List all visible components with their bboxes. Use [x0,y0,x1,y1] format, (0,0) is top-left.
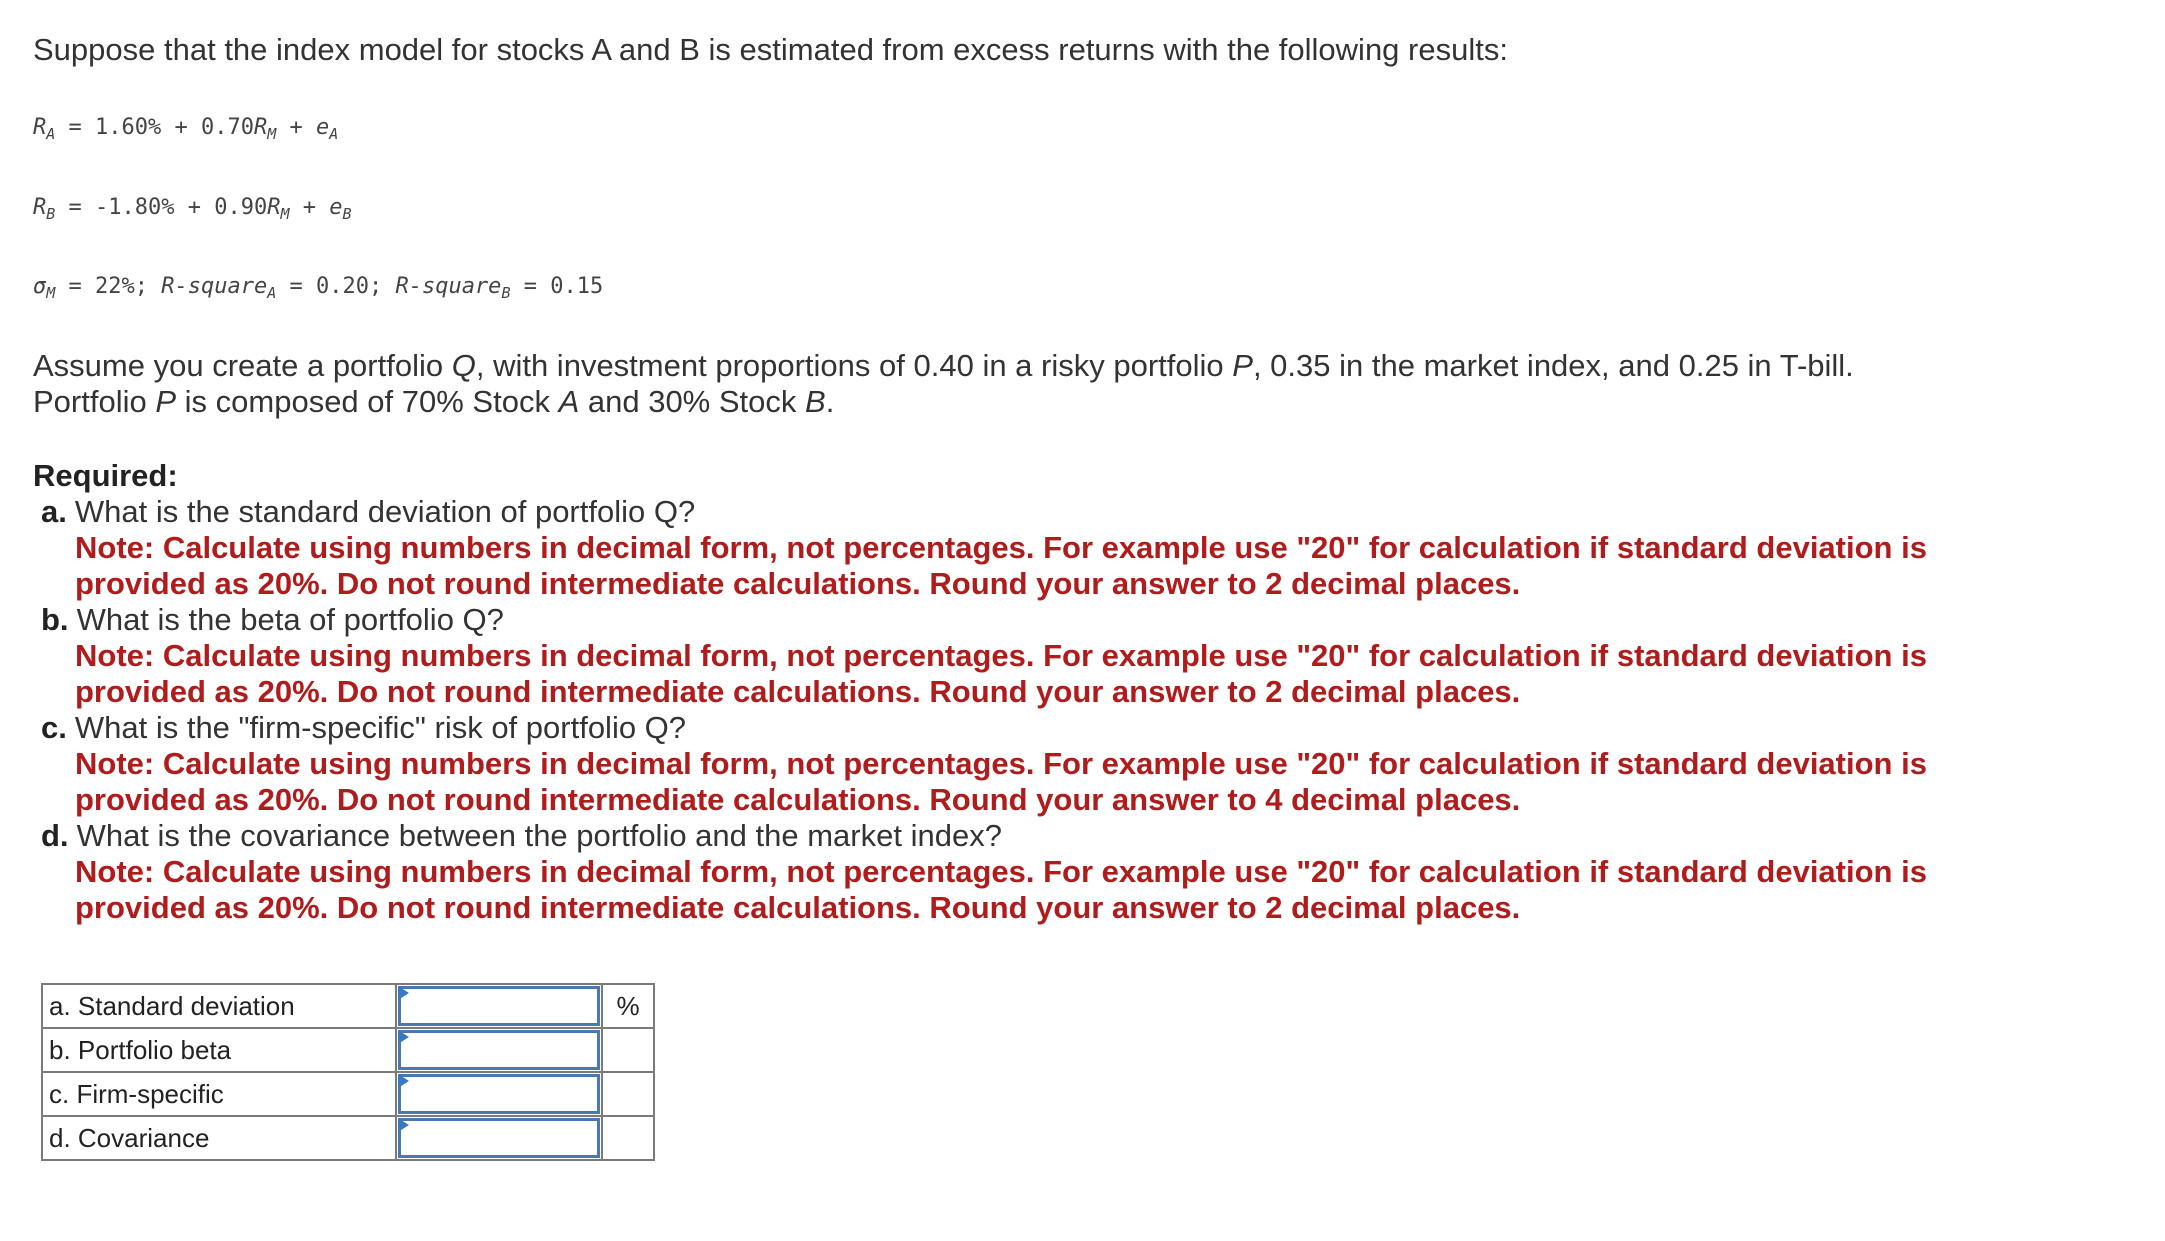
question-c: c. What is the "firm-specific" risk of po… [41,710,687,745]
firm-specific-input[interactable] [401,1077,597,1111]
table-row: a. Standard deviation % [41,983,655,1029]
question-list: a. What is the standard deviation of port… [33,494,1933,926]
answer-table: a. Standard deviation % b. Portfolio bet… [41,983,655,1161]
answer-cell [395,983,603,1029]
note-b: Note: Calculate using numbers in decimal… [75,638,1927,709]
answer-input-box [398,1118,600,1158]
note-c: Note: Calculate using numbers in decimal… [75,746,1927,817]
question-d: d. What is the covariance between the por… [41,818,1002,853]
row-label: c. Firm-specific [41,1071,397,1117]
answer-input-box [398,1030,600,1070]
required-heading: Required: [33,458,178,493]
answer-cell [395,1027,603,1073]
table-row: d. Covariance [41,1115,655,1161]
formula-market-sigma-rsquare: σM = 22%; R-squareA = 0.20; R-squareB = … [33,274,604,302]
portfolio-description: Assume you create a portfolio Q, with in… [33,348,1854,419]
row-label: a. Standard deviation [41,983,397,1029]
input-flag-icon [398,1074,409,1088]
problem-intro: Suppose that the index model for stocks … [33,32,1508,67]
portfolio-beta-input[interactable] [401,1033,597,1067]
question-b: b. What is the beta of portfolio Q? [41,602,504,637]
question-a: a. What is the standard deviation of port… [41,494,696,529]
answer-cell [395,1115,603,1161]
formula-return-a: RA = 1.60% + 0.70RM + eA [33,115,339,143]
input-flag-icon [398,1030,409,1044]
row-label: d. Covariance [41,1115,397,1161]
answer-input-box [398,986,600,1026]
unit-label [601,1027,655,1073]
table-row: c. Firm-specific [41,1071,655,1117]
input-flag-icon [398,1118,409,1132]
input-flag-icon [398,986,409,1000]
note-d: Note: Calculate using numbers in decimal… [75,854,1927,925]
unit-label [601,1115,655,1161]
answer-cell [395,1071,603,1117]
row-label: b. Portfolio beta [41,1027,397,1073]
covariance-input[interactable] [401,1121,597,1155]
table-row: b. Portfolio beta [41,1027,655,1073]
answer-input-box [398,1074,600,1114]
formula-return-b: RB = -1.80% + 0.90RM + eB [33,195,352,223]
unit-label [601,1071,655,1117]
note-a: Note: Calculate using numbers in decimal… [75,530,1927,601]
unit-label: % [601,983,655,1029]
standard-deviation-input[interactable] [401,989,597,1023]
